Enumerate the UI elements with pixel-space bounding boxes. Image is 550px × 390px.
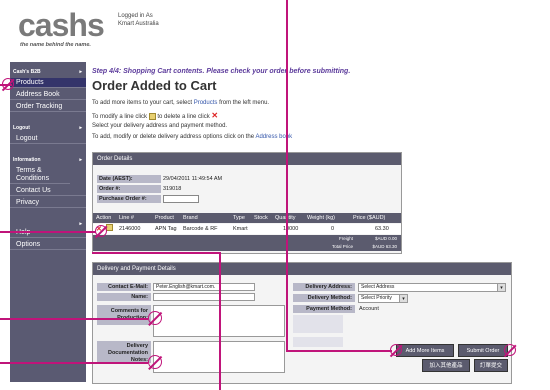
comments-label: Comments for Production: xyxy=(97,305,151,325)
table-row: ✕ 2146000 APN Tag Barcode & RF Kmart 100… xyxy=(93,224,401,234)
order-details-header: Order Details xyxy=(93,153,401,165)
payment-block-2 xyxy=(293,337,343,347)
row-price: 63.30 xyxy=(375,226,389,232)
sidebar-section-logout: Logout ▸ xyxy=(13,125,82,131)
order-table-header: Action Line # Product Brand Type Stock Q… xyxy=(93,213,401,223)
method-select[interactable]: Select Priority ▾ xyxy=(358,294,408,303)
total-label: Total Price xyxy=(331,244,353,249)
method-label: Delivery Method: xyxy=(293,294,355,302)
email-field[interactable]: Peter.English@kmart.com. xyxy=(153,283,255,291)
callout-line-edit xyxy=(0,231,96,233)
sidebar-section-information: Information ▸ xyxy=(13,157,82,163)
po-label: Purchase Order #: xyxy=(97,195,161,203)
row-line: 2146000 xyxy=(119,226,141,232)
callout-line-vertical-1 xyxy=(286,0,288,350)
col-action: Action xyxy=(96,215,112,221)
sidebar-item-help[interactable]: Help xyxy=(10,228,86,238)
delivery-payment-header: Delivery and Payment Details xyxy=(93,263,511,275)
chevron-down-icon: ▾ xyxy=(399,295,407,302)
col-brand: Brand xyxy=(183,215,198,221)
order-details-panel: Order Details Date (AEST): 29/04/2011 11… xyxy=(92,152,402,254)
submit-order-cn-button[interactable]: 訂單提交 xyxy=(474,359,508,372)
sidebar-item-logout[interactable]: Logout xyxy=(10,134,86,144)
order-number-value: 319018 xyxy=(163,186,182,192)
col-stock: Stock xyxy=(254,215,268,221)
sidebar-item-order-tracking[interactable]: Order Tracking xyxy=(10,102,86,112)
col-product: Product xyxy=(155,215,174,221)
sidebar-item-contact-us[interactable]: Contact Us xyxy=(10,186,86,196)
col-line: Line # xyxy=(119,215,134,221)
date-value: 29/04/2011 11:49:54 AM xyxy=(163,176,223,182)
delete-icon: ✕ xyxy=(211,111,219,120)
col-price: Price ($AUD) xyxy=(353,215,386,221)
order-number-label: Order #: xyxy=(97,185,161,193)
login-line-1: Logged in As xyxy=(118,13,153,19)
instruction-add-items: To add more items to your cart, select P… xyxy=(92,100,270,106)
date-label: Date (AEST): xyxy=(97,175,161,183)
logo-word: cashs xyxy=(18,7,105,43)
sidebar-item-privacy[interactable]: Privacy xyxy=(10,198,86,208)
cashs-logo: cashs the name behind the name. xyxy=(18,8,110,50)
instruction-modify-delete: To modify a line click to delete a line … xyxy=(92,111,219,120)
payment-value: Account xyxy=(359,306,379,312)
payment-label: Payment Method: xyxy=(293,305,355,313)
add-more-items-cn-button[interactable]: 加入其他產品 xyxy=(422,359,470,372)
sidebar-item-address-book[interactable]: Address Book xyxy=(10,90,86,100)
chevron-down-icon: ▾ xyxy=(497,284,505,291)
sidebar-item-terms[interactable]: Terms & Conditions xyxy=(10,166,70,184)
callout-line-horizontal-1 xyxy=(92,252,220,254)
sidebar-section-extra: ▸ xyxy=(79,221,82,227)
logo-tagline: the name behind the name. xyxy=(20,42,91,48)
sidebar: Cash's B2B ▸ Products Address Book Order … xyxy=(10,62,86,382)
freight-value: $AUD 0.00 xyxy=(374,236,397,241)
email-label: Contact E-Mail: xyxy=(97,283,151,291)
submit-order-button[interactable]: Submit Order xyxy=(458,344,508,357)
edit-icon xyxy=(148,112,156,120)
freight-row: Freight $AUD 0.00 xyxy=(93,235,401,243)
doc-notes-label: Delivery Documentation Notes: xyxy=(97,341,151,363)
total-value: $AUD 63.30 xyxy=(372,244,397,249)
address-label: Delivery Address: xyxy=(293,283,355,291)
row-type: Kmart xyxy=(233,226,248,232)
row-weight: 0 xyxy=(331,226,335,232)
sidebar-section-b2b: Cash's B2B ▸ xyxy=(13,69,82,75)
page-title: Order Added to Cart xyxy=(92,78,217,93)
col-weight: Weight (kg) xyxy=(307,215,336,221)
payment-block xyxy=(293,315,343,333)
name-label: Name: xyxy=(97,293,151,301)
instruction-address-book: To add, modify or delete delivery addres… xyxy=(92,134,293,140)
total-row: Total Price $AUD 63.30 xyxy=(93,243,401,251)
freight-label: Freight xyxy=(338,236,353,241)
products-link[interactable]: Products xyxy=(194,100,218,106)
row-product: APN Tag xyxy=(155,226,177,232)
login-line-2: Kmart Australia xyxy=(118,21,159,27)
po-input[interactable] xyxy=(163,195,199,203)
col-type: Type xyxy=(233,215,245,221)
add-more-items-button[interactable]: Add More Items xyxy=(396,344,454,357)
row-brand: Barcode & RF xyxy=(183,226,218,232)
callout-line-add-more xyxy=(286,350,392,352)
sidebar-item-products[interactable]: Products xyxy=(10,78,86,88)
address-select[interactable]: Select Address ▾ xyxy=(358,283,506,292)
name-field[interactable] xyxy=(153,293,255,301)
instruction-select-address: Select your delivery address and payment… xyxy=(92,123,228,129)
login-status: Logged in As Kmart Australia xyxy=(118,12,159,28)
step-indicator: Step 4/4: Shopping Cart contents. Please… xyxy=(92,68,351,75)
callout-line-vertical-2 xyxy=(219,252,221,390)
sidebar-item-options[interactable]: Options xyxy=(10,240,86,250)
callout-line-comments xyxy=(0,318,148,320)
callout-line-docnotes xyxy=(0,362,148,364)
